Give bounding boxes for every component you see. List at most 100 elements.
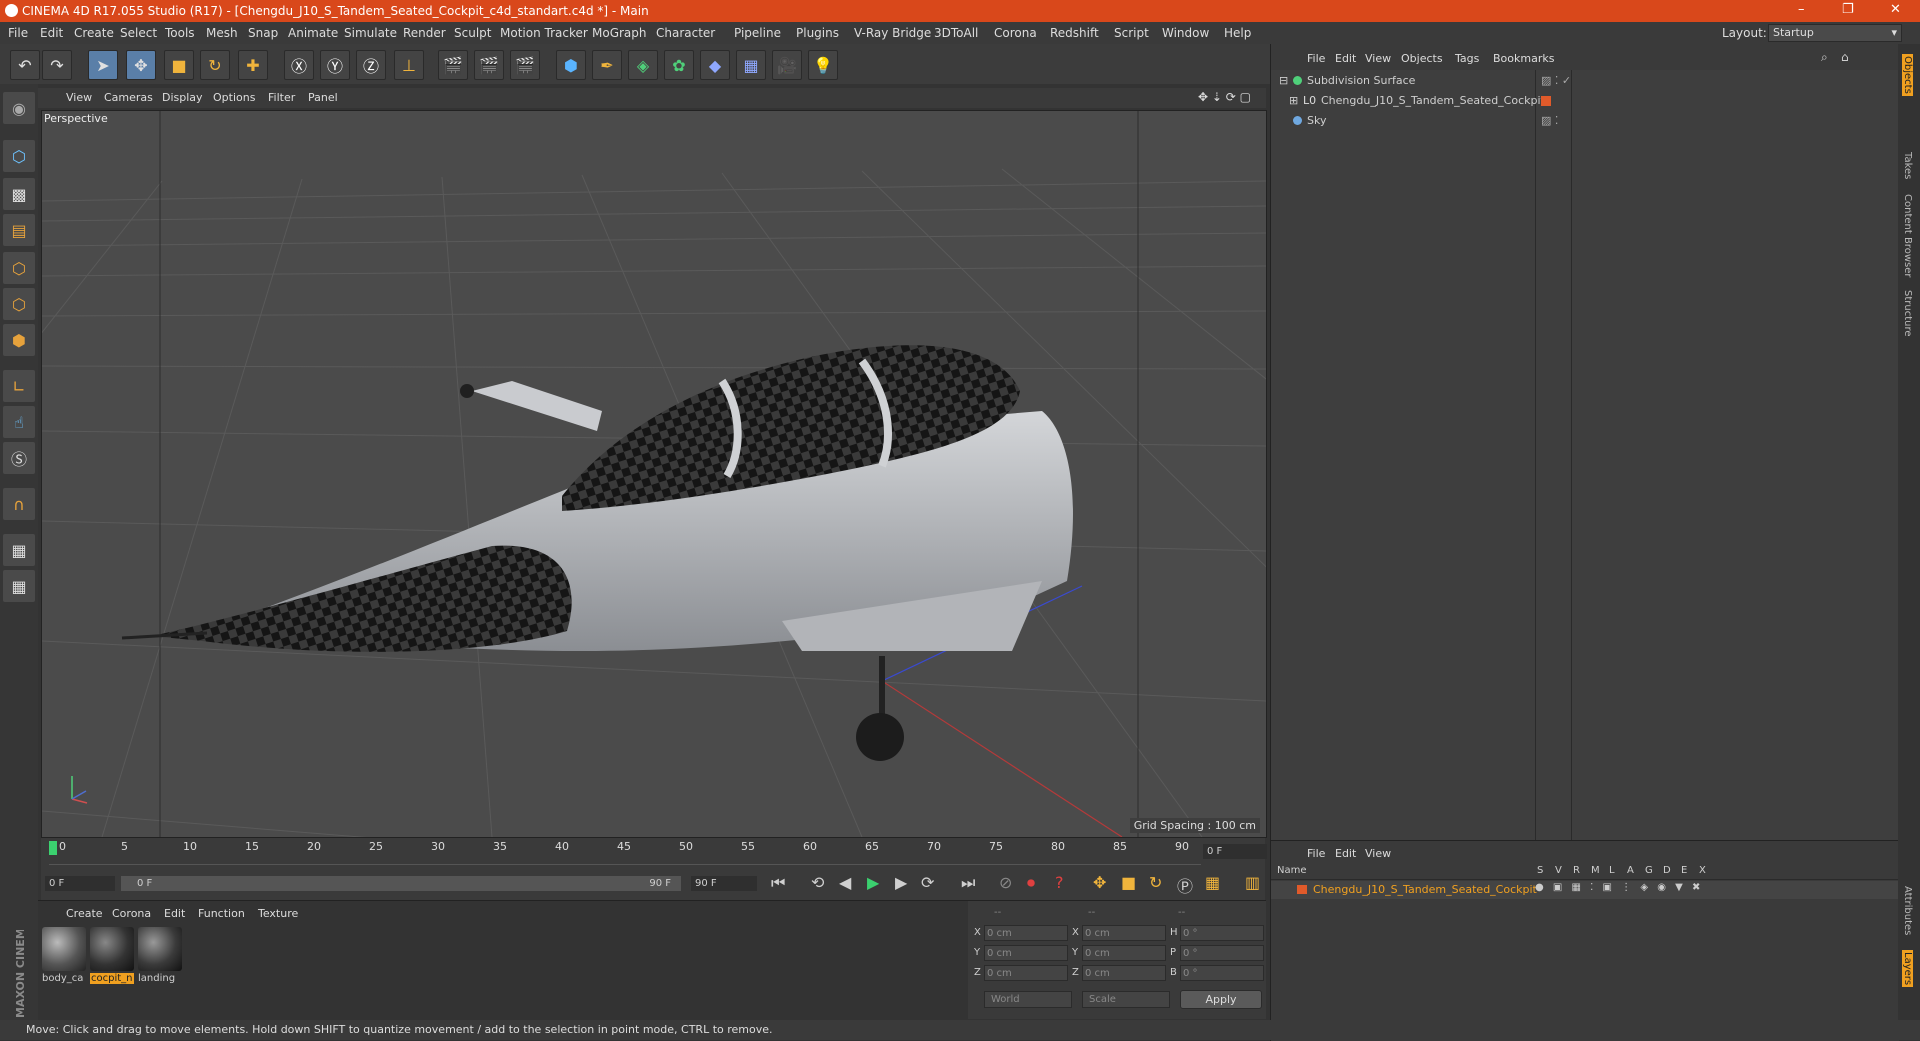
start-frame-field[interactable]: 0 F: [45, 876, 115, 891]
menu-pipeline[interactable]: Pipeline: [734, 26, 781, 40]
coord-space-dropdown[interactable]: World: [984, 991, 1072, 1008]
menu-mesh[interactable]: Mesh: [206, 26, 238, 40]
expand-icon[interactable]: ⊞: [1289, 94, 1298, 107]
tab-objects[interactable]: Objects: [1902, 54, 1913, 96]
menu-edit[interactable]: Edit: [40, 26, 63, 40]
go-to-start-button[interactable]: ⏮: [771, 873, 785, 893]
menu-plugins[interactable]: Plugins: [796, 26, 839, 40]
snap-button[interactable]: Ⓢ: [3, 442, 35, 474]
spline-pen-button[interactable]: ✒: [592, 50, 622, 80]
material-menu-edit[interactable]: Edit: [164, 907, 185, 920]
tab-attributes[interactable]: Attributes: [1902, 886, 1913, 935]
material-swatch[interactable]: [42, 927, 86, 971]
tab-structure[interactable]: Structure: [1902, 290, 1913, 337]
magnet-button[interactable]: ∩: [3, 488, 35, 520]
menu-corona[interactable]: Corona: [994, 26, 1037, 40]
edges-mode-button[interactable]: ⬡: [3, 288, 35, 320]
apply-button[interactable]: Apply: [1180, 990, 1262, 1009]
coord-system-button[interactable]: ⊥: [394, 50, 424, 80]
next-frame-button[interactable]: ▶: [895, 873, 907, 892]
cloner-button[interactable]: ✿: [664, 50, 694, 80]
object-row[interactable]: ⊞ L0 Chengdu_J10_S_Tandem_Seated_Cockpit: [1271, 92, 1899, 110]
move-tool-button[interactable]: ✥: [126, 50, 156, 80]
search-icon[interactable]: ⌕: [1821, 50, 1828, 65]
rotation-h-field[interactable]: [1180, 925, 1264, 941]
size-y-field[interactable]: [1082, 945, 1166, 961]
viewport-menu-display[interactable]: Display: [162, 91, 203, 104]
visibility-toggle[interactable]: ▨ ⁚: [1541, 114, 1558, 127]
undo-button[interactable]: ↶: [10, 50, 40, 80]
material-menu-create[interactable]: Create: [66, 907, 103, 920]
layer-row[interactable]: Chengdu_J10_S_Tandem_Seated_Cockpit ● ▣ …: [1271, 881, 1899, 899]
key-rotate-button[interactable]: ↻: [1149, 873, 1162, 892]
home-icon[interactable]: ⌂: [1841, 50, 1849, 64]
tab-takes[interactable]: Takes: [1902, 152, 1913, 179]
collapse-icon[interactable]: ⊟: [1279, 74, 1288, 87]
lock-workplane-button[interactable]: ▦: [3, 534, 35, 566]
rotation-b-field[interactable]: [1180, 965, 1264, 981]
autokey-button[interactable]: ?: [1055, 873, 1064, 892]
menu-render[interactable]: Render: [403, 26, 446, 40]
y-axis-button[interactable]: Ⓨ: [320, 50, 350, 80]
menu-select[interactable]: Select: [120, 26, 157, 40]
object-row[interactable]: Sky ▨ ⁚: [1271, 112, 1899, 130]
visibility-toggle[interactable]: ▨ ⁚ ✓: [1541, 74, 1571, 87]
layer-toggles[interactable]: ● ▣ ▦ ⁚ ▣ ⋮ ◈ ◉ ▼ ✖: [1535, 882, 1703, 893]
menu-script[interactable]: Script: [1114, 26, 1149, 40]
viewport-menu-cameras[interactable]: Cameras: [104, 91, 153, 104]
key-pla-button[interactable]: ▦: [1205, 873, 1220, 892]
render-view-button[interactable]: 🎬: [438, 50, 468, 80]
material-menu-function[interactable]: Function: [198, 907, 245, 920]
polygons-mode-button[interactable]: ⬢: [3, 324, 35, 356]
layer-color-swatch[interactable]: [1297, 885, 1307, 894]
size-z-field[interactable]: [1082, 965, 1166, 981]
record-button[interactable]: ⏺: [1027, 873, 1035, 893]
objects-menu-edit[interactable]: Edit: [1335, 52, 1356, 65]
menu-simulate[interactable]: Simulate: [344, 26, 397, 40]
key-param-button[interactable]: Ⓟ: [1177, 873, 1193, 897]
camera-button[interactable]: 🎥: [772, 50, 802, 80]
objects-menu-tags[interactable]: Tags: [1455, 52, 1479, 65]
size-x-field[interactable]: [1082, 925, 1166, 941]
workplane-button[interactable]: ▤: [3, 214, 35, 246]
select-tool-button[interactable]: ➤: [88, 50, 118, 80]
minimize-button[interactable]: –: [1798, 2, 1805, 17]
tweak-mode-button[interactable]: ☝: [3, 406, 35, 438]
subdivision-button[interactable]: ◈: [628, 50, 658, 80]
render-settings-button[interactable]: 🎬: [510, 50, 540, 80]
layers-menu-edit[interactable]: Edit: [1335, 847, 1356, 860]
position-z-field[interactable]: [984, 965, 1068, 981]
menu-3dtoall[interactable]: 3DToAll: [934, 26, 978, 40]
redo-button[interactable]: ↷: [42, 50, 72, 80]
layer-color-tag[interactable]: [1541, 96, 1551, 106]
viewport-menu-options[interactable]: Options: [213, 91, 255, 104]
frame-range-slider[interactable]: 0 F 90 F: [121, 876, 681, 891]
key-move-button[interactable]: ✥: [1093, 873, 1106, 892]
make-editable-button[interactable]: ◉: [3, 92, 35, 124]
prev-frame-button[interactable]: ◀: [839, 873, 851, 892]
tab-content-browser[interactable]: Content Browser: [1902, 194, 1913, 277]
menu-mograph[interactable]: MoGraph: [592, 26, 647, 40]
objects-menu-file[interactable]: File: [1307, 52, 1325, 65]
viewport-menu-view[interactable]: View: [66, 91, 92, 104]
workplane-mode-button[interactable]: ▦: [3, 570, 35, 602]
menu-window[interactable]: Window: [1162, 26, 1209, 40]
rotation-p-field[interactable]: [1180, 945, 1264, 961]
position-x-field[interactable]: [984, 925, 1068, 941]
rotate-tool-button[interactable]: ↻: [200, 50, 230, 80]
end-frame-field[interactable]: 90 F: [691, 876, 757, 891]
menu-redshift[interactable]: Redshift: [1050, 26, 1099, 40]
menu-character[interactable]: Character: [656, 26, 715, 40]
material-menu-texture[interactable]: Texture: [258, 907, 298, 920]
coord-mode-dropdown[interactable]: Scale: [1082, 991, 1170, 1008]
material-swatch[interactable]: [138, 927, 182, 971]
menu-snap[interactable]: Snap: [248, 26, 278, 40]
go-to-end-button[interactable]: ⏭: [961, 873, 975, 893]
material-swatch[interactable]: [90, 927, 134, 971]
model-mode-button[interactable]: ⬡: [3, 140, 35, 172]
z-axis-button[interactable]: Ⓩ: [356, 50, 386, 80]
floor-button[interactable]: ▦: [736, 50, 766, 80]
menu-animate[interactable]: Animate: [288, 26, 338, 40]
playhead-marker[interactable]: [49, 841, 57, 855]
menu-file[interactable]: File: [8, 26, 28, 40]
